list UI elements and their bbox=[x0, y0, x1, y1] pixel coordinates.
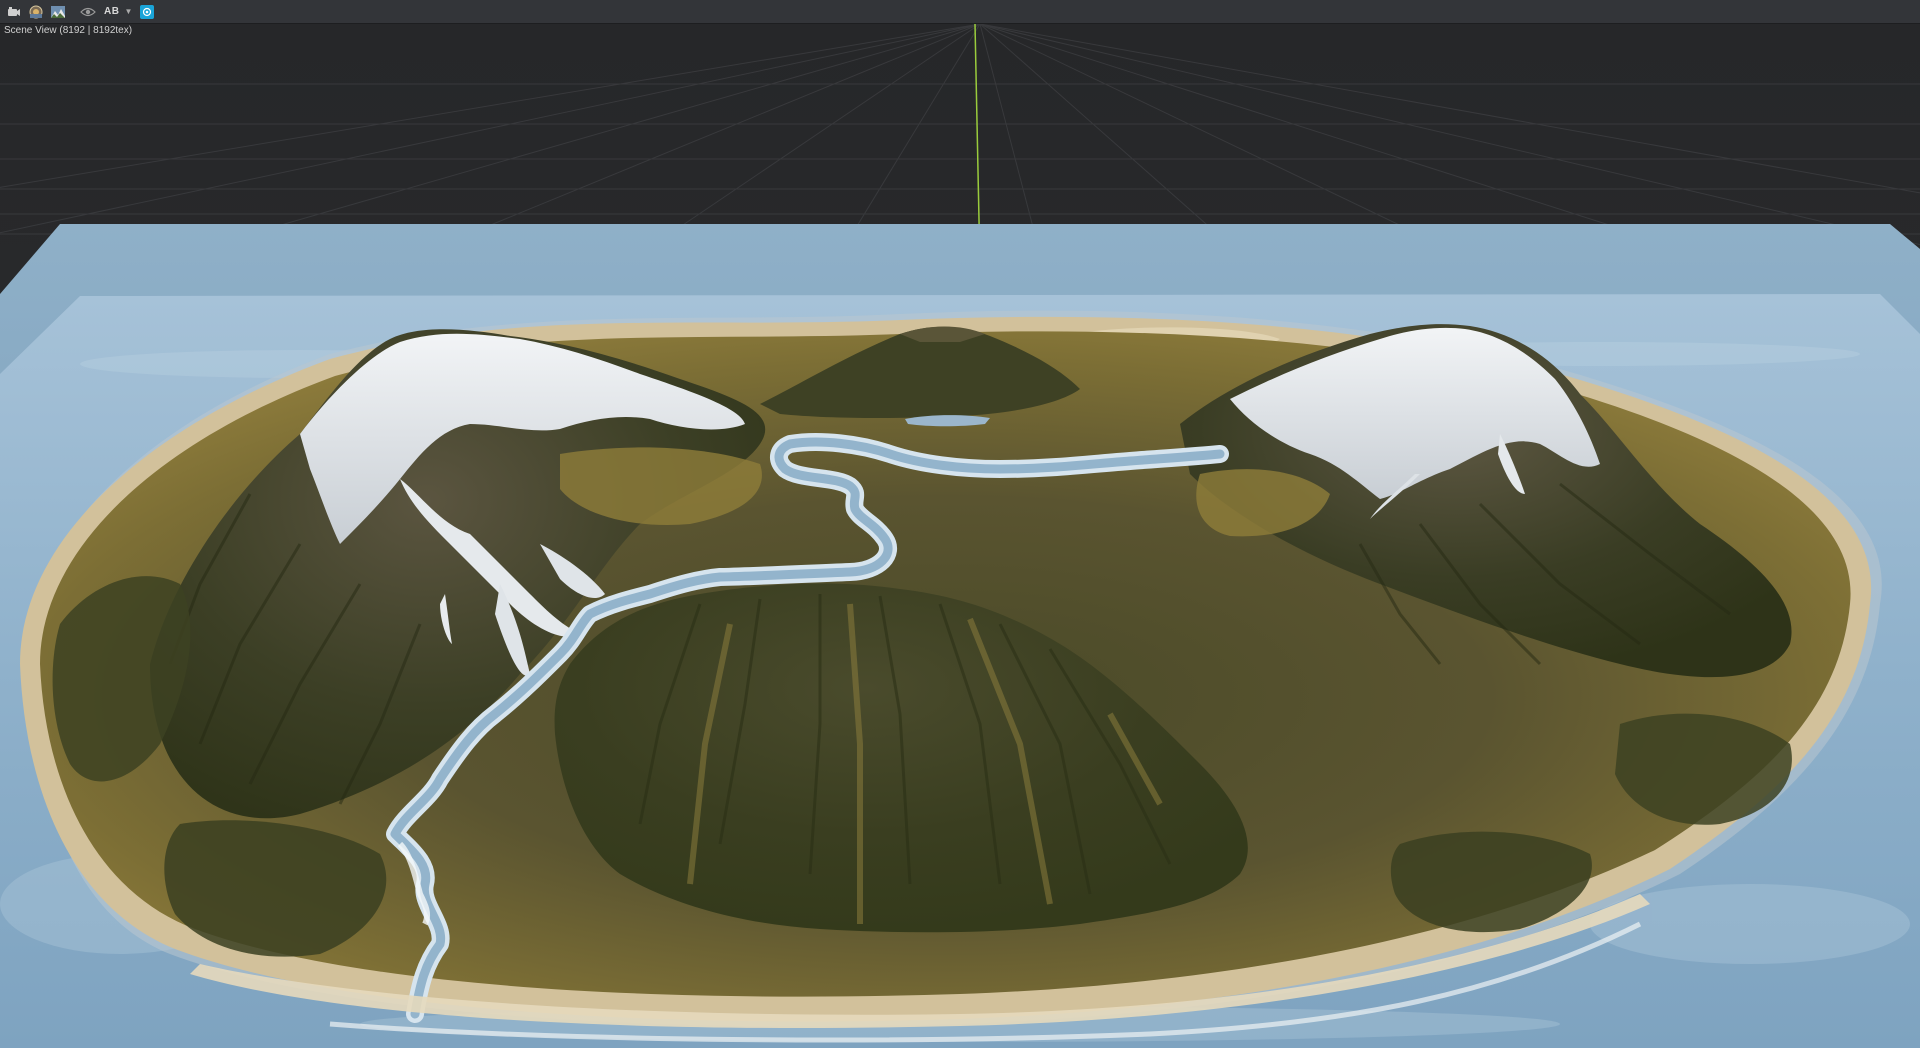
ab-compare-label: AB bbox=[104, 6, 120, 17]
eye-icon[interactable] bbox=[78, 2, 98, 22]
viewport-toolbar: AB ▼ bbox=[0, 0, 1920, 24]
render-settings-icon[interactable] bbox=[26, 2, 46, 22]
landscape-preview-icon[interactable] bbox=[48, 2, 68, 22]
ab-compare-dropdown[interactable]: AB ▼ bbox=[100, 2, 136, 22]
toolbar-separator bbox=[70, 2, 78, 22]
viewport-label: Scene View (8192 | 8192tex) bbox=[4, 25, 133, 36]
chevron-down-icon: ▼ bbox=[124, 7, 133, 16]
scene-view-window: AB ▼ Scene View (8192 | 8192tex) bbox=[0, 0, 1920, 1048]
target-icon[interactable] bbox=[140, 4, 155, 19]
terrain-render bbox=[0, 24, 1920, 1048]
3d-viewport[interactable] bbox=[0, 24, 1920, 1048]
camera-view-icon[interactable] bbox=[4, 2, 24, 22]
